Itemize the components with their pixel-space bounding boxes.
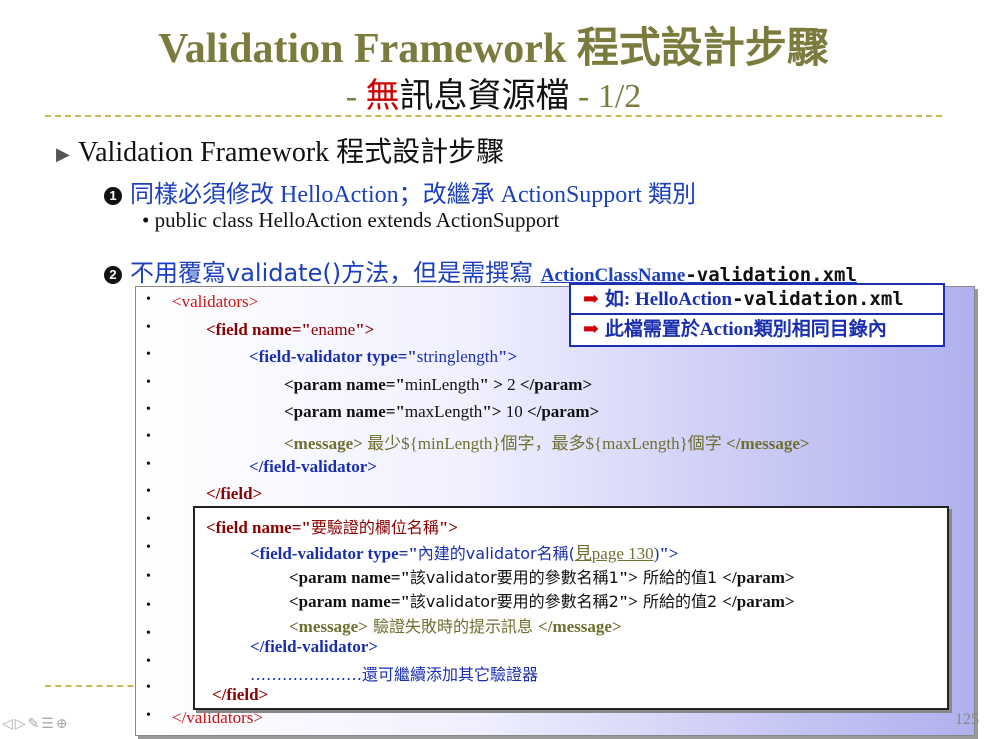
nav-zoom-icon[interactable]: ⊕ <box>56 717 70 732</box>
slide-subtitle: - 無訊息資源檔 - 1/2 <box>345 76 642 116</box>
arrow-right-icon: ➡ <box>583 289 599 310</box>
step-number-badge: 1 <box>104 187 122 205</box>
template-line: </field> <box>212 685 269 704</box>
code-line: • </field-validator> <box>146 457 377 476</box>
template-line: <param name="該validator要用的參數名稱1"> 所給的值1 … <box>289 568 795 587</box>
triangle-bullet-icon: ▶ <box>56 144 70 165</box>
code-line: • <param name="maxLength"> 10 </param> <box>146 402 600 421</box>
template-line: <message> 驗證失敗時的提示訊息 </message> <box>289 617 622 636</box>
step-1-bullet: • public class HelloAction extends Actio… <box>142 208 560 232</box>
validator-template-box: <field name="要驗證的欄位名稱"> <field-validator… <box>193 506 949 710</box>
callout-row: ➡ 此檔需置於Action類別相同目錄內 <box>571 313 943 345</box>
nav-menu-icon[interactable]: ☰ <box>41 717 56 732</box>
code-line: • <validators> <box>146 292 259 311</box>
bullet-dot: • <box>142 208 150 232</box>
template-line: <param name="該validator要用的參數名稱2"> 所給的值2 … <box>289 592 795 611</box>
code-line: • </field> <box>146 484 263 503</box>
title-divider <box>45 115 942 117</box>
code-line: • <message> 最少${minLength}個字，最多${maxLengt… <box>146 429 810 453</box>
template-line: <field name="要驗證的欄位名稱"> <box>206 518 458 537</box>
nav-back-icon[interactable]: ◁ <box>2 717 15 732</box>
step-number-badge: 2 <box>104 266 122 284</box>
filename-callout: ➡ 如: HelloAction-validation.xml ➡ 此檔需置於Act… <box>569 283 945 347</box>
page-130-link[interactable]: 見page 130 <box>575 544 654 563</box>
code-line: • <field name="ename"> <box>146 320 375 339</box>
nav-forward-icon[interactable]: ▷ <box>15 717 28 732</box>
code-line: • </validators> <box>146 708 263 727</box>
nav-pen-icon[interactable]: ✎ <box>28 717 42 732</box>
template-line: </field-validator> <box>250 637 378 656</box>
template-line: <field-validator type="內建的validator名稱(見p… <box>250 544 679 563</box>
callout-row: ➡ 如: HelloAction-validation.xml <box>583 288 904 310</box>
code-line: • <param name="minLength" > 2 </param> <box>146 375 593 394</box>
outline-level1: ▶ Validation Framework 程式設計步驟 <box>56 137 505 168</box>
step-1: 1 同樣必須修改 HelloAction；改繼承 ActionSupport 類別 <box>104 174 696 209</box>
slide-nav-controls[interactable]: ◁▷✎☰⊕ <box>2 716 70 733</box>
page-number: 125 <box>955 711 979 728</box>
arrow-right-icon: ➡ <box>583 319 599 340</box>
slide-title: Validation Framework 程式設計步驟 <box>158 26 829 72</box>
template-line: …………………還可繼續添加其它驗證器 <box>250 665 539 684</box>
code-line: • <field-validator type="stringlength"> <box>146 347 518 366</box>
